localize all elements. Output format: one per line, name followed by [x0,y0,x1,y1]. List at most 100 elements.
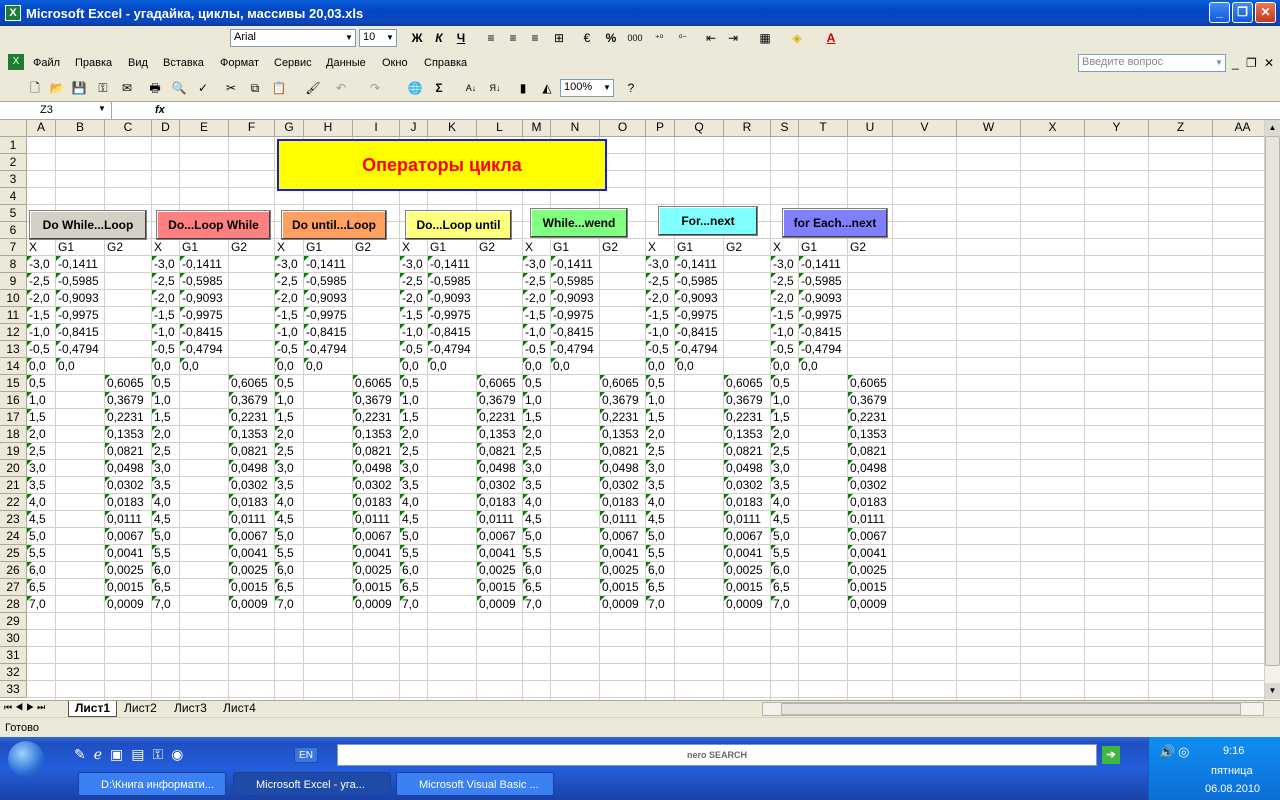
cell[interactable]: 2,0 [400,426,419,443]
cell[interactable]: X [400,239,410,256]
cell[interactable]: 0,0041 [477,545,516,562]
cell[interactable]: 1,5 [152,409,171,426]
language-indicator[interactable]: EN [294,747,318,763]
cell[interactable]: 0,0015 [477,579,516,596]
format-painter-icon[interactable]: 🖌 [304,79,322,97]
cell[interactable]: 4,0 [400,494,419,511]
cell[interactable]: 0,0067 [229,528,268,545]
cell[interactable]: 0,1353 [229,426,268,443]
cell[interactable]: 4,0 [27,494,46,511]
cell[interactable]: 0,0025 [600,562,639,579]
macro-button[interactable]: Do...Loop While [156,210,271,240]
cell[interactable]: 0,0302 [105,477,144,494]
print-icon[interactable]: 🖶 [146,79,164,97]
cell[interactable]: 4,5 [275,511,294,528]
column-header[interactable]: M [523,120,551,137]
increase-decimal-icon[interactable]: ⁺⁰ [650,29,668,47]
row-header[interactable]: 32 [0,664,27,681]
cell[interactable]: 0,0302 [600,477,639,494]
cell[interactable]: -0,1411 [675,256,717,273]
cell[interactable]: 2,0 [275,426,294,443]
cell[interactable]: 0,0821 [353,443,392,460]
email-icon[interactable]: ✉ [118,79,136,97]
cell[interactable]: 0,0 [56,358,75,375]
cell[interactable]: 0,0498 [353,460,392,477]
cell[interactable]: 0,0025 [105,562,144,579]
cell[interactable]: -1,0 [275,324,298,341]
cell[interactable]: -0,1411 [180,256,222,273]
zoom-select[interactable]: 100% ▼ [560,79,614,97]
cell[interactable]: 5,5 [646,545,665,562]
cell[interactable]: 5,5 [152,545,171,562]
menu-file[interactable]: Файл [33,57,60,69]
cell[interactable]: -2,5 [152,273,175,290]
decrease-decimal-icon[interactable]: ⁰⁻ [674,29,692,47]
row-header[interactable]: 29 [0,613,27,630]
cell[interactable]: 4,5 [523,511,542,528]
cell[interactable]: 0,3679 [229,392,268,409]
borders-icon[interactable]: ▦ [756,29,774,47]
row-header[interactable]: 13 [0,341,27,358]
menu-insert[interactable]: Вставка [163,57,204,69]
cell[interactable]: G1 [675,239,693,256]
row-header[interactable]: 30 [0,630,27,647]
column-header[interactable]: Q [675,120,724,137]
cell[interactable]: 0,0111 [477,511,514,528]
cell[interactable]: 1,0 [771,392,790,409]
column-header[interactable]: B [56,120,105,137]
cell[interactable]: G2 [105,239,123,256]
cell[interactable]: 6,0 [523,562,542,579]
cell[interactable]: 0,0067 [353,528,392,545]
spelling-icon[interactable]: ✓ [194,79,212,97]
cell[interactable]: -0,5985 [551,273,594,290]
cell[interactable]: G1 [304,239,322,256]
cell[interactable]: 0,0498 [105,460,144,477]
cell[interactable]: 6,5 [152,579,171,596]
cell[interactable]: 5,5 [771,545,790,562]
search-go-icon[interactable]: ➔ [1102,746,1120,764]
menu-format[interactable]: Формат [220,57,259,69]
select-all-corner[interactable] [0,120,27,137]
menu-edit[interactable]: Правка [75,57,112,69]
cell[interactable]: G2 [229,239,247,256]
cell[interactable]: 0,0111 [848,511,885,528]
cell[interactable]: 0,0821 [229,443,268,460]
cell[interactable]: 0,0821 [600,443,639,460]
minimize-button[interactable]: _ [1209,2,1230,23]
cell[interactable]: 0,1353 [477,426,516,443]
cell[interactable]: -3,0 [152,256,175,273]
column-header[interactable]: E [180,120,229,137]
column-header[interactable]: Z [1149,120,1213,137]
cell[interactable]: 0,3679 [353,392,392,409]
cell[interactable]: -1,5 [523,307,546,324]
cell[interactable]: -0,9093 [56,290,99,307]
tab-nav-icon[interactable]: ⏮◀▶⏭ [4,702,48,713]
cell[interactable]: 0,5 [646,375,665,392]
cell[interactable]: -2,0 [27,290,50,307]
cell[interactable]: 0,0183 [724,494,763,511]
cell[interactable]: -0,5985 [56,273,99,290]
cell[interactable]: G2 [600,239,618,256]
cell[interactable]: 0,6065 [229,375,268,392]
cell[interactable]: 0,0302 [724,477,763,494]
cell[interactable]: 7,0 [27,596,46,613]
hyperlink-icon[interactable]: 🌐 [406,79,424,97]
cell[interactable]: -1,0 [27,324,50,341]
cell[interactable]: -2,5 [400,273,423,290]
cell[interactable]: 4,0 [275,494,294,511]
cell[interactable]: 0,0498 [229,460,268,477]
row-header[interactable]: 8 [0,256,27,273]
cell[interactable]: 6,0 [275,562,294,579]
cell[interactable]: -0,5985 [180,273,223,290]
cell[interactable]: 4,0 [523,494,542,511]
doc-close-button[interactable]: ✕ [1264,56,1274,70]
cell[interactable]: X [152,239,162,256]
cell[interactable]: -0,9093 [304,290,347,307]
cell[interactable]: 0,0 [180,358,199,375]
cell[interactable]: 0,0067 [848,528,887,545]
cell[interactable]: 0,0041 [105,545,144,562]
increase-indent-icon[interactable]: ⇥ [724,29,742,47]
cell[interactable]: X [646,239,656,256]
cell[interactable]: 0,0041 [600,545,639,562]
cell[interactable]: 0,0015 [724,579,763,596]
